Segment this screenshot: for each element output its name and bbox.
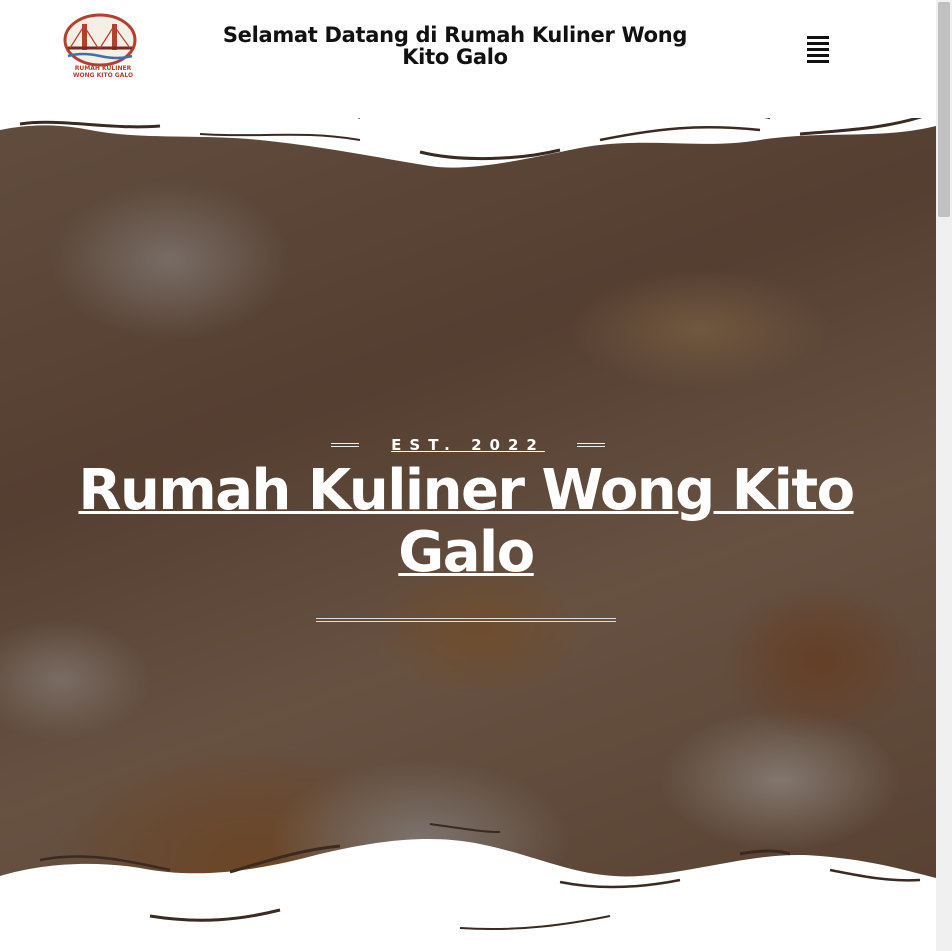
logo-text-line2: WONG KITO GALO — [72, 72, 134, 79]
site-logo[interactable]: RUMAH KULINER WONG KITO GALO — [62, 12, 142, 82]
site-header: RUMAH KULINER WONG KITO GALO Selamat Dat… — [0, 0, 936, 118]
bottom-wave-divider — [0, 823, 936, 951]
established-text: EST. 2022 — [391, 436, 545, 454]
hamburger-menu-icon — [804, 34, 832, 63]
est-line-left — [331, 443, 360, 447]
scrollbar-thumb[interactable] — [938, 2, 950, 217]
logo-text-line1: RUMAH KULINER — [74, 65, 132, 72]
est-line-right — [576, 443, 605, 447]
page-scrollbar[interactable] — [936, 0, 952, 951]
menu-button[interactable] — [804, 34, 832, 63]
hero-title[interactable]: Rumah Kuliner Wong Kito Galo — [60, 460, 872, 584]
hero-divider — [316, 618, 616, 622]
header-title: Selamat Datang di Rumah Kuliner Wong Kit… — [222, 23, 688, 69]
est-row: EST. 2022 — [0, 435, 936, 455]
